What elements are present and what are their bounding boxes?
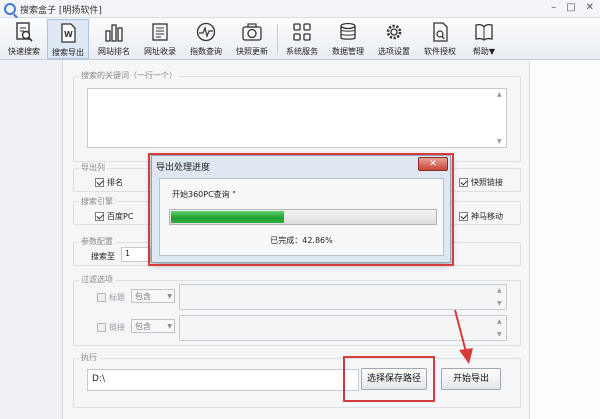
toolbar-quick-search[interactable]: 快速搜索 (2, 19, 46, 59)
red-arrow-icon (454, 309, 473, 364)
book-icon (475, 23, 493, 41)
toolbar-site-rank[interactable]: 网站排名 (92, 19, 136, 59)
word-export-icon: W (61, 23, 76, 43)
title-filter-scrollbar[interactable]: ▲ ▼ (496, 286, 505, 308)
search-to-label: 搜索至 (91, 252, 115, 261)
search-to-input[interactable]: 1 (121, 247, 151, 262)
toolbar-license[interactable]: 软件授权 (418, 19, 462, 59)
toolbar-search-export[interactable]: W 搜索导出 (47, 19, 89, 59)
gear-icon (386, 24, 402, 40)
params-label: 参数配置 (79, 236, 115, 247)
link-filter-mode-select[interactable]: 包含 ▼ (131, 319, 175, 333)
link-filter-scrollbar[interactable]: ▲ ▼ (496, 317, 505, 339)
link-filter-checkbox[interactable]: 链接 (97, 322, 125, 333)
database-icon (340, 22, 356, 40)
toolbar-system-service[interactable]: 系统服务 (280, 19, 324, 59)
minimize-button[interactable]: – (551, 2, 556, 13)
filter-label: 过滤选项 (79, 274, 115, 285)
toolbar-index-query[interactable]: 指数查询 (184, 19, 228, 59)
close-button[interactable]: ✕ (586, 2, 594, 13)
pulse-icon (196, 22, 216, 42)
title-filter-checkbox[interactable]: 标题 (97, 292, 125, 303)
title-filter-mode-select[interactable]: 包含 ▼ (131, 289, 175, 303)
execute-label: 执行 (79, 352, 99, 363)
title-filter-input[interactable]: ▲ ▼ (179, 284, 507, 310)
search-doc-icon (16, 22, 33, 42)
shenma-mobile-checkbox[interactable]: 神马移动 (459, 211, 503, 222)
engines-label: 搜索引擎 (79, 196, 115, 207)
license-icon (433, 22, 448, 42)
keywords-label: 搜索的关键词（一行一个） (79, 70, 179, 81)
title-bar: 搜索盒子 [明扬软件] – □ ✕ (0, 0, 600, 18)
start-export-button[interactable]: 开始导出 (441, 368, 501, 390)
snapshot-link-checkbox[interactable]: 快照链接 (459, 177, 503, 188)
right-blank-area (530, 60, 600, 419)
toolbar-options[interactable]: 选项设置 (372, 19, 416, 59)
doc-list-icon (152, 23, 168, 41)
camera-icon (242, 23, 262, 41)
save-path-input[interactable]: D:\ (87, 369, 359, 391)
toolbar-data-manage[interactable]: 数据管理 (326, 19, 370, 59)
toolbar-snapshot-update[interactable]: 快照更新 (230, 19, 274, 59)
maximize-button[interactable]: □ (566, 2, 575, 13)
toolbar-separator (277, 24, 278, 54)
keywords-textarea[interactable]: ▲ ▼ (87, 88, 507, 148)
bar-chart-icon (105, 24, 123, 42)
main-toolbar: 快速搜索 W 搜索导出 网站排名 网址收录 指数查询 快照更新 系统服务 数据管… (0, 18, 600, 60)
baidu-pc-checkbox[interactable]: 百度PC (95, 211, 133, 222)
choose-path-highlight (343, 356, 435, 402)
toolbar-url-index[interactable]: 网址收录 (138, 19, 182, 59)
export-cols-label: 导出列 (79, 162, 107, 173)
app-search-icon (4, 3, 16, 15)
dialog-highlight (148, 153, 454, 266)
rank-checkbox[interactable]: 排名 (95, 177, 123, 188)
toolbar-help[interactable]: 帮助▼ (464, 19, 504, 59)
window-title: 搜索盒子 [明扬软件] (20, 6, 102, 16)
grid-icon (293, 23, 311, 41)
keywords-scrollbar[interactable]: ▲ ▼ (496, 90, 505, 146)
svg-text:W: W (64, 30, 73, 39)
